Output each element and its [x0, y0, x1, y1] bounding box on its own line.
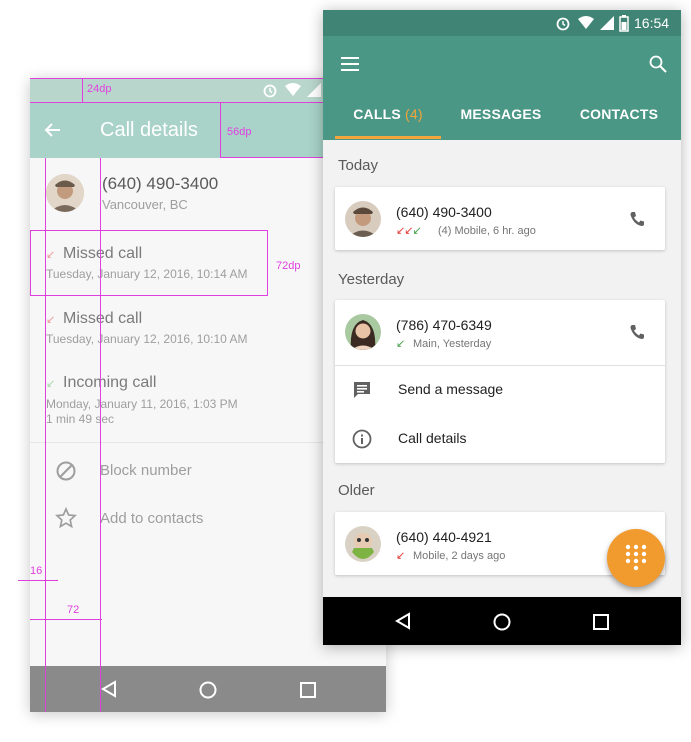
tab-calls-count: (4)	[405, 106, 423, 122]
avatar	[46, 174, 84, 212]
status-bar: 16:54	[323, 10, 681, 36]
call-type: Missed call	[63, 310, 143, 327]
call-type: Incoming call	[63, 374, 157, 391]
guide-line	[82, 78, 83, 102]
call-detail: (4) Mobile, 6 hr. ago	[438, 225, 536, 237]
menu-icon[interactable]	[341, 56, 361, 72]
avatar	[345, 201, 381, 237]
call-detail: Mobile, 2 days ago	[413, 550, 506, 562]
block-number-label: Block number	[100, 462, 192, 479]
send-message-action[interactable]: Send a message	[335, 368, 665, 414]
call-details-action[interactable]: Call details	[335, 418, 665, 464]
recents-nav-icon[interactable]	[299, 681, 317, 699]
phone-icon[interactable]	[628, 323, 646, 341]
contact-location: Vancouver, BC	[102, 197, 188, 212]
home-nav-icon[interactable]	[492, 612, 512, 632]
section-header-older: Older	[338, 482, 375, 499]
dialpad-icon	[625, 544, 647, 571]
tab-contacts-label: CONTACTS	[579, 106, 659, 122]
tab-messages-label: MESSAGES	[460, 106, 542, 122]
guide-line	[18, 580, 58, 581]
call-date: Monday, January 11, 2016, 1:03 PM	[46, 397, 238, 411]
status-height-annotation: 24dp	[87, 83, 112, 95]
contact-number: (640) 490-3400	[102, 174, 219, 193]
divider	[335, 365, 665, 366]
margin-annotation: 16	[30, 565, 43, 577]
back-arrow-icon[interactable]	[44, 121, 62, 139]
star-outline-icon	[55, 507, 77, 529]
call-details-label: Call details	[398, 430, 467, 446]
signal-icon	[307, 83, 321, 97]
call-number: (786) 470-6349	[396, 317, 492, 333]
avatar	[345, 526, 381, 562]
tab-calls[interactable]: CALLS (4)	[335, 106, 441, 122]
page-title: Call details	[100, 119, 198, 141]
tab-calls-label: CALLS	[353, 106, 401, 122]
search-icon[interactable]	[648, 54, 668, 74]
info-icon	[352, 429, 372, 449]
navigation-bar	[30, 666, 386, 712]
back-nav-icon[interactable]	[394, 612, 412, 630]
battery-icon	[619, 15, 629, 32]
call-type-icons: ↙↙↙	[396, 225, 422, 237]
add-to-contacts-label: Add to contacts	[100, 510, 204, 527]
missed-call-icon: ↙	[46, 314, 56, 326]
keyline-annotation: 72	[67, 604, 80, 616]
call-detail: Main, Yesterday	[413, 338, 492, 350]
section-header-today: Today	[338, 157, 379, 174]
send-message-label: Send a message	[398, 381, 504, 397]
incoming-call-icon: ↙	[46, 378, 56, 390]
avatar	[345, 314, 381, 350]
app-bar	[323, 36, 681, 140]
wifi-icon	[285, 83, 301, 96]
call-number: (640) 440-4921	[396, 529, 492, 545]
dialpad-button[interactable]	[607, 529, 665, 587]
tab-messages[interactable]: MESSAGES	[451, 106, 551, 122]
call-date: Tuesday, January 12, 2016, 10:10 AM	[46, 332, 248, 346]
row-height-annotation: 72dp	[276, 260, 301, 272]
recents-nav-icon[interactable]	[592, 613, 610, 631]
tab-indicator	[335, 136, 441, 139]
tab-contacts[interactable]: CONTACTS	[568, 106, 670, 122]
wifi-icon	[578, 16, 594, 29]
alarm-icon	[556, 17, 570, 31]
call-number: (640) 490-3400	[396, 204, 492, 220]
calls-screen: 16:54 CALLS (4) MESSAGES CONTACTS Today …	[323, 10, 681, 645]
clock: 16:54	[634, 15, 670, 31]
guide-line	[100, 158, 101, 712]
guide-line	[45, 158, 46, 712]
appbar-height-annotation: 56dp	[227, 126, 252, 138]
alarm-icon	[263, 84, 277, 98]
back-nav-icon[interactable]	[100, 680, 118, 698]
call-card-expanded[interactable]: (786) 470-6349 ↙ Main, Yesterday Send a …	[335, 300, 665, 463]
navigation-bar	[323, 597, 681, 645]
block-icon	[56, 461, 76, 481]
call-card[interactable]: (640) 490-3400 ↙↙↙ (4) Mobile, 6 hr. ago	[335, 187, 665, 250]
guide-line	[30, 619, 102, 620]
guide-box	[30, 230, 268, 296]
section-header-yesterday: Yesterday	[338, 271, 405, 288]
call-duration: 1 min 49 sec	[46, 412, 115, 426]
signal-icon	[600, 16, 614, 30]
home-nav-icon[interactable]	[198, 680, 218, 700]
phone-icon[interactable]	[628, 210, 646, 228]
missed-call-icon: ↙	[396, 550, 406, 562]
message-icon	[354, 382, 370, 398]
incoming-call-icon: ↙	[396, 338, 406, 350]
